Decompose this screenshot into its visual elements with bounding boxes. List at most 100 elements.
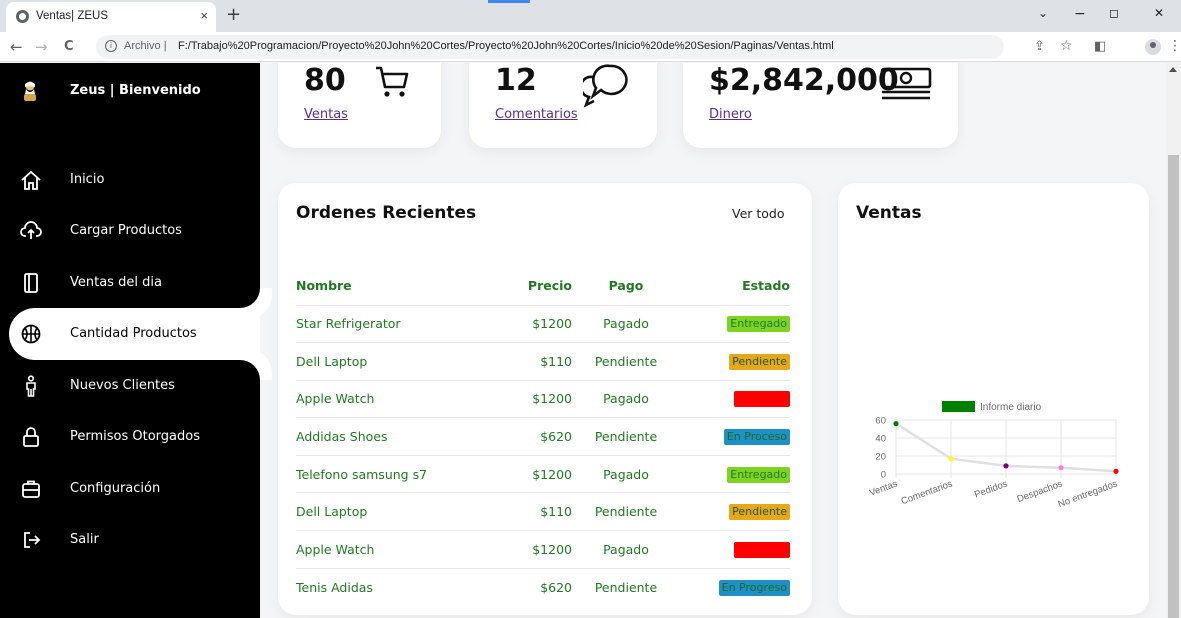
status-badge: Entregado <box>727 466 790 483</box>
sidebar-item-inicio[interactable]: Inicio <box>0 154 260 206</box>
orders-title: Ordenes Recientes <box>296 203 477 223</box>
table-row[interactable]: Star Refrigerator $1200 Pagado Entregado <box>296 304 790 343</box>
profile-avatar[interactable] <box>1145 39 1161 55</box>
order-payment: Pendiente <box>576 417 676 456</box>
reload-button[interactable]: C <box>64 39 74 54</box>
sidebar-brand[interactable]: Zeus | Bienvenido <box>0 63 260 118</box>
table-row[interactable]: Telefono samsung s7 $1200 Pagado Entregado <box>296 454 790 493</box>
stat-link-dinero[interactable]: Dinero <box>709 107 752 122</box>
x-tick-label: No entregados <box>1057 478 1120 510</box>
sidebar-item-label: Cantidad Productos <box>70 326 197 341</box>
order-status-cell: Entregado <box>676 454 790 493</box>
order-payment: Pagado <box>576 304 676 343</box>
status-badge: Pendiente <box>729 504 790 521</box>
stat-card-comentarios: 12 Comentarios <box>469 63 657 148</box>
column-header-nombre: Nombre <box>296 278 352 294</box>
order-price: $1200 <box>486 379 576 418</box>
order-name: Apple Watch <box>296 379 486 418</box>
y-tick-label: 0 <box>881 470 886 481</box>
close-window-button[interactable]: ✕ <box>1154 6 1164 20</box>
basketball-icon <box>21 324 41 344</box>
table-row[interactable]: Dell Laptop $110 Pendiente Pendiente <box>296 492 790 531</box>
side-panel-icon[interactable]: ◧ <box>1094 39 1106 54</box>
scrollbar-thumb[interactable] <box>1168 155 1179 618</box>
tab-title: Ventas| ZEUS <box>36 10 109 22</box>
y-tick-label: 20 <box>875 452 886 463</box>
chat-icon <box>583 64 628 108</box>
order-price: $1200 <box>486 530 576 569</box>
stat-card-ventas: 80 Ventas <box>278 63 441 148</box>
browser-tab[interactable]: Ventas| ZEUS × <box>6 2 216 32</box>
table-row[interactable]: Apple Watch $1200 Pagado Devuelto <box>296 379 790 418</box>
omnibox[interactable]: i Archivo | F:/Trabajo%20Programacion/Pr… <box>96 35 1004 59</box>
cash-icon <box>880 67 932 100</box>
column-header-estado: Estado <box>742 278 790 294</box>
forward-button[interactable]: → <box>35 38 48 56</box>
orders-table: Nombre Precio Pago Estado Star Refrigera… <box>296 267 790 606</box>
status-badge: En Progreso <box>718 579 790 596</box>
lock-icon <box>23 427 39 447</box>
stat-number: $2,842,000 <box>709 63 899 98</box>
site-info-icon[interactable]: i <box>105 40 117 52</box>
sales-chart-card: Ventas 0 20 40 60 Ventas Comentarios Pedidos De… <box>838 183 1149 615</box>
book-icon <box>24 273 38 293</box>
page-scrollbar[interactable] <box>1166 63 1181 618</box>
x-tick-label: Comentarios <box>900 478 955 507</box>
order-status-cell: Devuelto <box>676 530 790 569</box>
sidebar-item-label: Inicio <box>70 172 105 187</box>
data-point <box>1113 468 1119 474</box>
column-header-pago: Pago <box>608 278 644 294</box>
new-tab-button[interactable]: + <box>226 4 241 25</box>
order-status-cell: En Progreso <box>676 567 790 606</box>
person-icon <box>26 375 36 397</box>
order-payment: Pagado <box>576 530 676 569</box>
stat-number: 12 <box>495 63 537 98</box>
table-row[interactable]: Tenis Adidas $620 Pendiente En Progreso <box>296 567 790 606</box>
order-name: Dell Laptop <box>296 492 486 531</box>
order-price: $1200 <box>486 454 576 493</box>
minimize-button[interactable]: − <box>1074 6 1086 22</box>
legend-label: Informe diario <box>980 402 1042 413</box>
sidebar-item-nuevos-clientes[interactable]: Nuevos Clientes <box>0 360 260 412</box>
back-button[interactable]: ← <box>10 38 23 56</box>
order-name: Dell Laptop <box>296 342 486 381</box>
url-scheme: Archivo | <box>124 40 167 52</box>
tab-highlight <box>488 0 530 3</box>
sidebar-item-label: Ventas del dia <box>70 275 162 290</box>
data-point <box>1058 465 1064 471</box>
browser-menu-icon[interactable]: ⋮ <box>1168 38 1181 54</box>
stat-card-dinero: $2,842,000 Dinero <box>683 63 958 148</box>
order-payment: Pendiente <box>576 342 676 381</box>
x-tick-label: Pedidos <box>973 478 1009 500</box>
sidebar-item-ventas-del-dia[interactable]: Ventas del dia <box>0 257 260 309</box>
sidebar-item-cargar-productos[interactable]: Cargar Productos <box>0 205 260 257</box>
sidebar-item-label: Permisos Otorgados <box>70 429 200 444</box>
order-name: Telefono samsung s7 <box>296 454 486 493</box>
table-row[interactable]: Addidas Shoes $620 Pendiente En Proceso <box>296 417 790 456</box>
sidebar-item-configuracion[interactable]: Configuración <box>0 463 260 515</box>
share-icon[interactable]: ⇪ <box>1034 39 1045 54</box>
orders-header-row: Nombre Precio Pago Estado <box>296 267 790 305</box>
view-all-button[interactable]: Ver todo <box>732 206 785 221</box>
table-row[interactable]: Dell Laptop $110 Pendiente Pendiente <box>296 342 790 381</box>
data-point <box>893 421 899 427</box>
order-name: Tenis Adidas <box>296 567 486 606</box>
status-badge: Devuelto <box>734 541 790 558</box>
table-row[interactable]: Apple Watch $1200 Pagado Devuelto <box>296 530 790 569</box>
cart-icon <box>376 66 409 97</box>
sidebar-item-permisos-otorgados[interactable]: Permisos Otorgados <box>0 411 260 463</box>
order-status-cell: Devuelto <box>676 379 790 418</box>
maximize-button[interactable]: ◻ <box>1109 6 1119 20</box>
sidebar-item-salir[interactable]: Salir <box>0 514 260 566</box>
tab-close-icon[interactable]: × <box>200 8 208 23</box>
tab-list-icon[interactable]: ⌄ <box>1038 6 1048 20</box>
bookmark-star-icon[interactable]: ☆ <box>1060 38 1073 54</box>
stat-link-comentarios[interactable]: Comentarios <box>495 107 578 122</box>
order-price: $110 <box>486 342 576 381</box>
data-point <box>948 456 954 462</box>
url-text[interactable]: F:/Trabajo%20Programacion/Proyecto%20Joh… <box>178 40 834 52</box>
stat-link-ventas[interactable]: Ventas <box>304 107 348 122</box>
page-viewport: Zeus | Bienvenido Inicio Cargar Producto… <box>0 63 1181 618</box>
sidebar-item-cantidad-productos[interactable]: Cantidad Productos <box>9 308 260 360</box>
scroll-up-arrow-icon[interactable] <box>1169 67 1177 72</box>
